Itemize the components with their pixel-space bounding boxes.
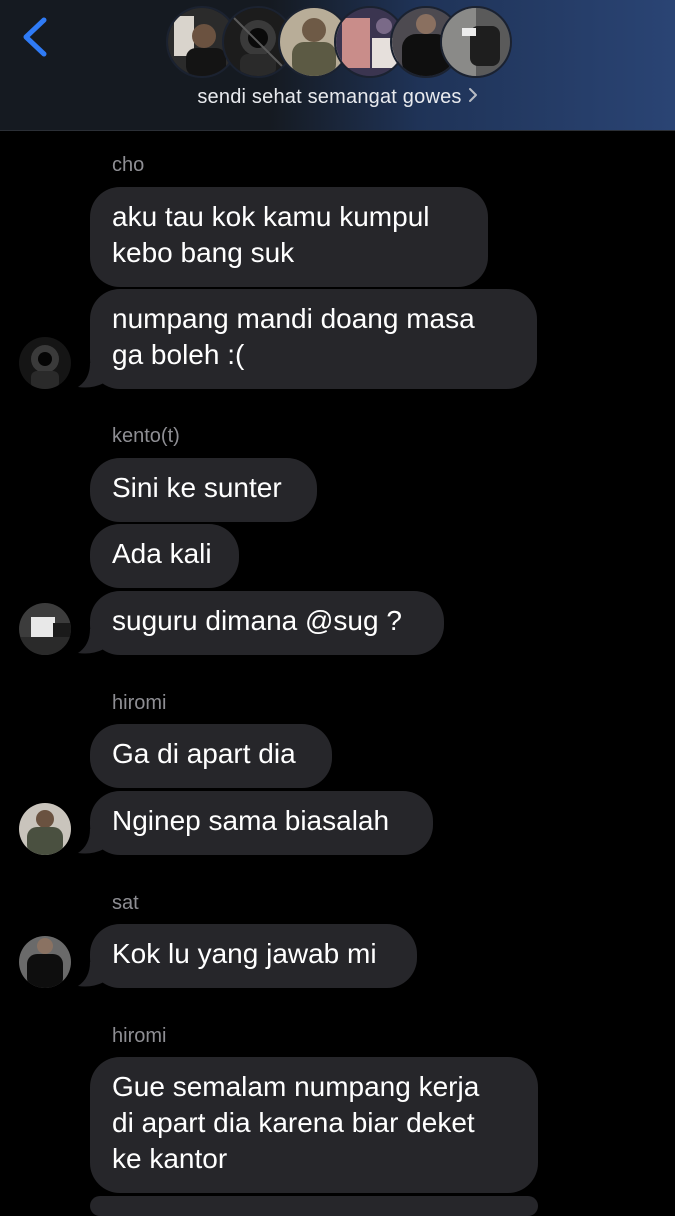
message-bubble[interactable]: numpang mandi doang masa ga boleh :(	[90, 289, 537, 389]
avatar[interactable]	[19, 936, 71, 988]
member-avatar	[440, 6, 512, 78]
message-bubble[interactable]: aku tau kok kamu kumpul kebo bang suk	[90, 187, 488, 287]
sender-name: sat	[112, 892, 139, 914]
bubble-tail	[78, 829, 104, 854]
bubble-tail	[78, 962, 104, 987]
group-name-label: sendi sehat semangat gowes	[197, 86, 462, 108]
message-bubble[interactable]: Nginep sama biasalah	[90, 791, 433, 855]
message-bubble[interactable]: Ga di apart dia	[90, 724, 332, 788]
message-bubble[interactable]: Ada kali	[90, 524, 239, 588]
chevron-right-icon	[468, 86, 478, 109]
bubble-tail	[78, 629, 104, 654]
avatar[interactable]	[19, 803, 71, 855]
chat-header: sendi sehat semangat gowes	[0, 0, 675, 131]
sender-name: cho	[112, 154, 145, 176]
sender-name: kento(t)	[112, 425, 180, 447]
message-bubble[interactable]: suguru dimana @sug ?	[90, 591, 444, 655]
sender-name: hiromi	[112, 1025, 167, 1047]
avatar[interactable]	[19, 337, 71, 389]
group-title[interactable]: sendi sehat semangat gowes	[0, 86, 675, 109]
sender-name: hiromi	[112, 692, 167, 714]
message-bubble[interactable]: Sini ke sunter	[90, 458, 317, 522]
chevron-left-icon	[23, 17, 47, 57]
message-bubble-partial[interactable]	[90, 1196, 538, 1216]
message-bubble[interactable]: Gue semalam numpang kerja di apart dia k…	[90, 1057, 538, 1193]
message-bubble[interactable]: Kok lu yang jawab mi	[90, 924, 417, 988]
avatar[interactable]	[19, 603, 71, 655]
group-avatar-stack[interactable]	[166, 6, 512, 80]
back-button[interactable]	[14, 12, 58, 62]
bubble-tail	[78, 363, 104, 388]
